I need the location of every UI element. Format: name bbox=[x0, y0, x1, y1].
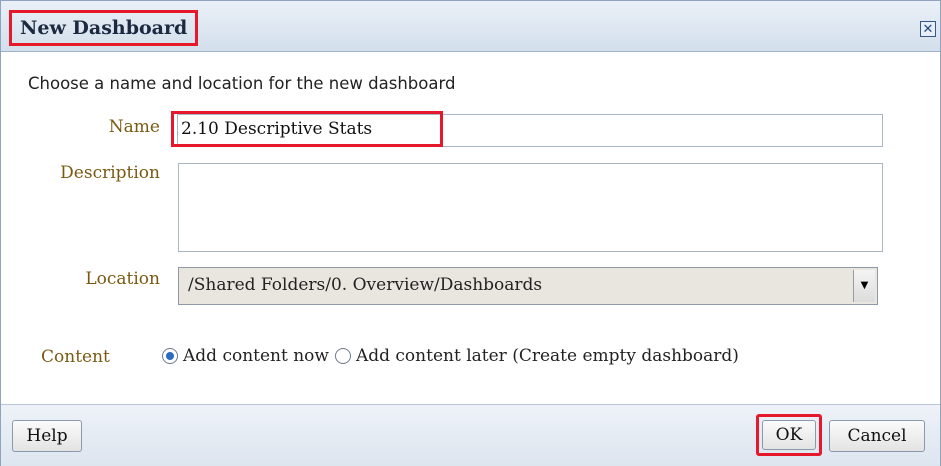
radio-add-content-later[interactable] bbox=[334, 348, 351, 364]
cancel-button[interactable]: Cancel bbox=[829, 420, 925, 452]
name-label: Name bbox=[108, 117, 160, 137]
location-label: Location bbox=[85, 269, 160, 289]
ok-button-highlight: OK bbox=[756, 414, 822, 456]
help-button[interactable]: Help bbox=[12, 420, 82, 452]
new-dashboard-dialog: New Dashboard ✕ Choose a name and locati… bbox=[0, 0, 941, 466]
location-value: /Shared Folders/0. Overview/Dashboards bbox=[188, 275, 543, 295]
content-radio-group: Add content now Add content later (Creat… bbox=[162, 346, 745, 366]
ok-button[interactable]: OK bbox=[762, 420, 816, 450]
dialog-titlebar: New Dashboard ✕ bbox=[1, 1, 940, 52]
radio-add-content-now[interactable] bbox=[162, 348, 178, 364]
content-label: Content bbox=[41, 347, 110, 367]
description-label: Description bbox=[60, 163, 160, 183]
dialog-footer: Help OK Cancel bbox=[1, 404, 940, 466]
radio-add-content-now-label[interactable]: Add content now bbox=[183, 346, 329, 366]
dialog-title: New Dashboard bbox=[9, 10, 199, 46]
location-dropdown[interactable]: /Shared Folders/0. Overview/Dashboards ▼ bbox=[178, 267, 878, 305]
name-field-value[interactable]: 2.10 Descriptive Stats bbox=[171, 111, 443, 147]
close-icon[interactable]: ✕ bbox=[920, 21, 936, 37]
instruction-text: Choose a name and location for the new d… bbox=[28, 74, 456, 93]
chevron-down-icon[interactable]: ▼ bbox=[853, 270, 875, 302]
description-field[interactable] bbox=[178, 163, 883, 252]
radio-add-content-later-label[interactable]: Add content later (Create empty dashboar… bbox=[356, 346, 739, 366]
